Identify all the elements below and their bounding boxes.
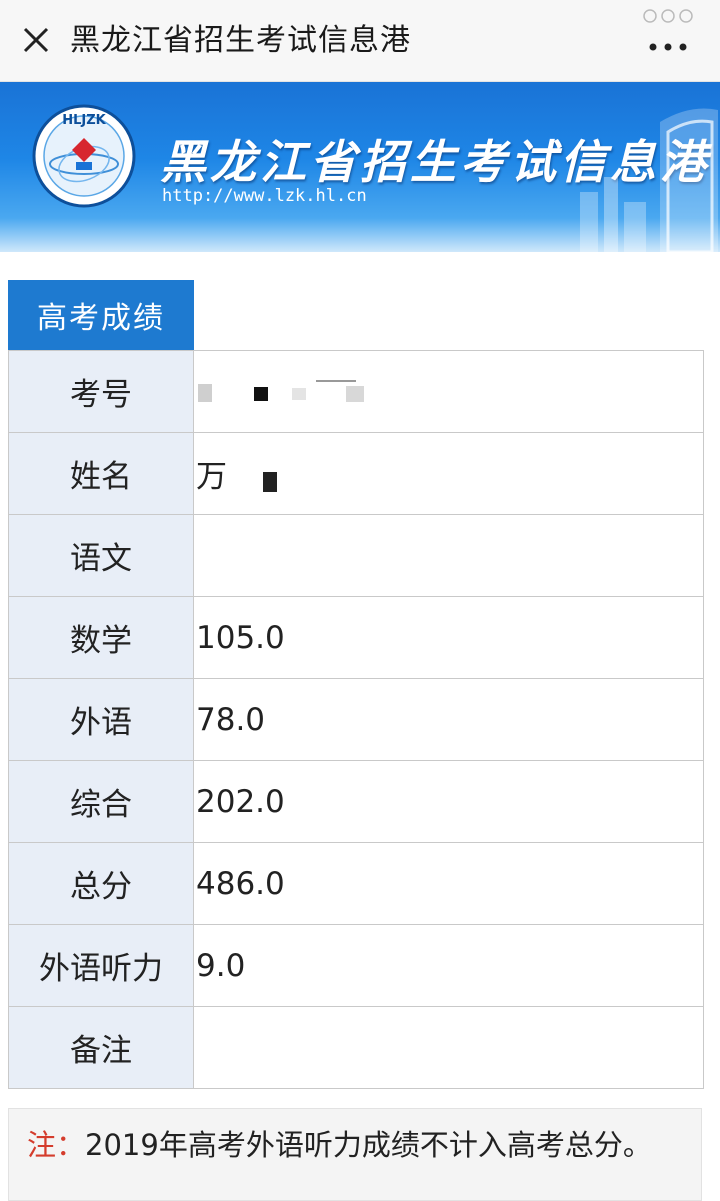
site-banner: HLJZK 黑龙江省招生考试信息港 http://www.lzk.hl.cn	[0, 82, 720, 252]
close-button[interactable]	[16, 20, 56, 60]
note-box: 注：2019年高考外语听力成绩不计入高考总分。	[8, 1108, 702, 1201]
row-value	[193, 350, 704, 433]
table-row: 外语听力 9.0	[8, 924, 704, 1007]
row-label: 总分	[8, 842, 194, 925]
row-label: 考号	[8, 350, 194, 433]
row-value-text: 78.0	[196, 701, 266, 738]
row-label: 备注	[8, 1006, 194, 1089]
more-button[interactable]	[636, 6, 700, 76]
row-label: 外语	[8, 678, 194, 761]
table-row: 数学 105.0	[8, 596, 704, 679]
page-title: 黑龙江省招生考试信息港	[70, 23, 411, 58]
note-text: 2019年高考外语听力成绩不计入高考总分。	[85, 1128, 652, 1162]
redaction-mask	[198, 380, 364, 402]
row-value: 202.0	[193, 760, 704, 843]
top-bar: 黑龙江省招生考试信息港	[0, 0, 720, 82]
row-label: 外语听力	[8, 924, 194, 1007]
site-logo-text: HLJZK	[62, 113, 106, 128]
row-value-text: 105.0	[196, 619, 285, 656]
table-row: 姓名万	[8, 432, 704, 515]
row-value: 105.0	[193, 596, 704, 679]
table-row: 外语 78.0	[8, 678, 704, 761]
redaction-mask	[263, 471, 277, 492]
row-label: 综合	[8, 760, 194, 843]
banner-url: http://www.lzk.hl.cn	[162, 186, 367, 206]
row-label: 数学	[8, 596, 194, 679]
table-row: 考号	[8, 350, 704, 433]
row-value	[193, 514, 704, 597]
row-value-text: 202.0	[196, 783, 285, 820]
row-value-text: 9.0	[196, 947, 246, 984]
table-row: 总分 486.0	[8, 842, 704, 925]
row-value: 9.0	[193, 924, 704, 1007]
tab-gaokao-scores[interactable]: 高考成绩	[8, 280, 194, 350]
close-icon	[23, 27, 49, 53]
more-dots-icon	[649, 43, 687, 51]
row-value-text: 万	[196, 459, 227, 495]
row-label: 姓名	[8, 432, 194, 515]
scores-table: 考号 姓名万语文 数学 105.0 外语 78.0 综合 202.0 总分 486.0 外语听力 9.…	[8, 350, 704, 1089]
row-value: 78.0	[193, 678, 704, 761]
note-prefix: 注：	[27, 1128, 86, 1162]
table-row: 综合 202.0	[8, 760, 704, 843]
row-value: 486.0	[193, 842, 704, 925]
city-skyline-graphic	[580, 108, 718, 252]
loading-dots-icon	[643, 9, 693, 23]
table-row: 语文	[8, 514, 704, 597]
row-label: 语文	[8, 514, 194, 597]
site-logo-label: HLJZK	[62, 113, 106, 128]
row-value	[193, 1006, 704, 1089]
row-value: 万	[193, 432, 704, 515]
table-row: 备注	[8, 1006, 704, 1089]
row-value-text: 486.0	[196, 865, 285, 902]
